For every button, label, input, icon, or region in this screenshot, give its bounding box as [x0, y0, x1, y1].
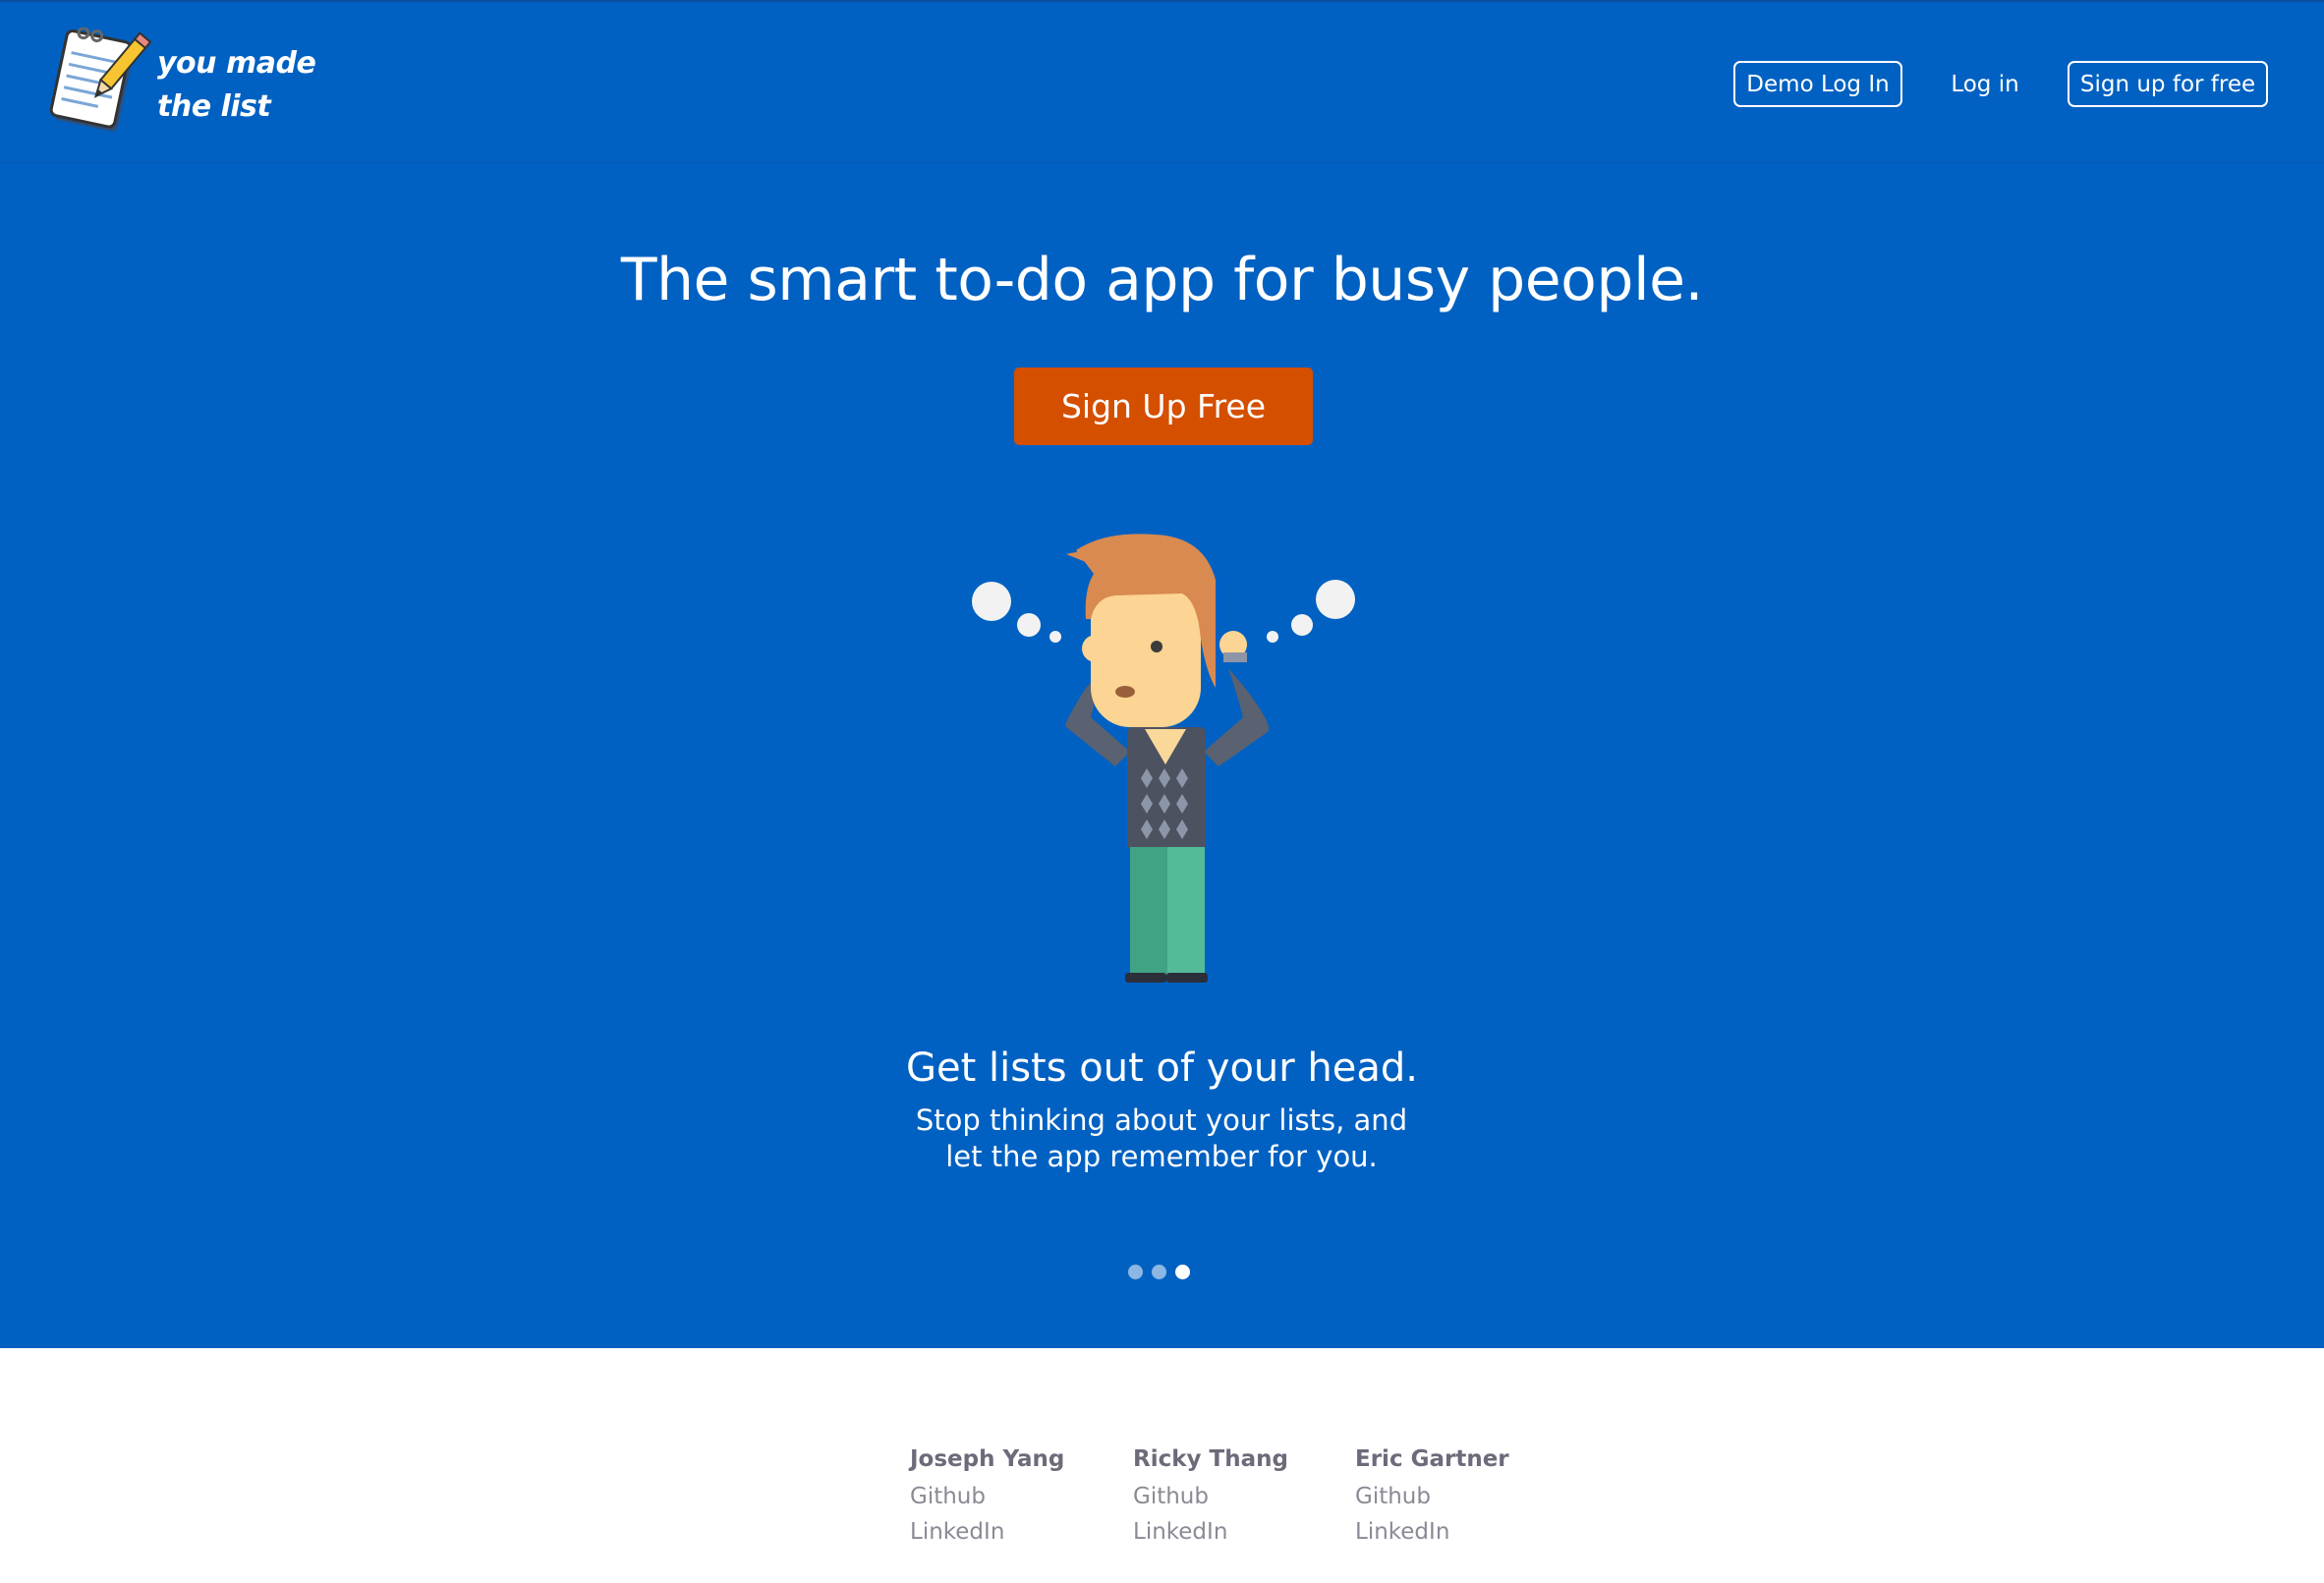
author-name: Eric Gartner — [1355, 1446, 1509, 1472]
carousel-dot-1[interactable] — [1128, 1265, 1143, 1279]
carousel-indicators — [1128, 1265, 1190, 1279]
signup-free-button[interactable]: Sign Up Free — [1014, 367, 1313, 445]
carousel-dot-3[interactable] — [1175, 1265, 1190, 1279]
carousel-dot-2[interactable] — [1152, 1265, 1166, 1279]
brand-name: you made the list — [157, 42, 316, 129]
author-name: Ricky Thang — [1133, 1446, 1288, 1472]
author-card-joseph: Joseph Yang Github LinkedIn — [910, 1440, 1106, 1550]
brand-name-line2: the list — [157, 89, 271, 124]
linkedin-link[interactable]: LinkedIn — [1133, 1514, 1330, 1550]
thinking-man-illustration — [972, 534, 1355, 983]
github-link[interactable]: Github — [910, 1479, 1106, 1514]
linkedin-link[interactable]: LinkedIn — [910, 1514, 1106, 1550]
demo-login-button[interactable]: Demo Log In — [1733, 61, 1902, 107]
github-link[interactable]: Github — [1355, 1479, 1552, 1514]
slide-title: Get lists out of your head. — [905, 1046, 1419, 1091]
brand-name-line1: you made — [157, 46, 316, 81]
author-name: Joseph Yang — [910, 1446, 1065, 1472]
hero-headline: The smart to-do app for busy people. — [620, 246, 1704, 314]
hero-section: you made the list Demo Log In Log in Sig… — [0, 0, 2324, 1348]
linkedin-link[interactable]: LinkedIn — [1355, 1514, 1552, 1550]
author-card-eric: Eric Gartner Github LinkedIn — [1355, 1440, 1552, 1550]
slide-description-line1: Stop thinking about your lists, and — [915, 1103, 1408, 1137]
slide-description-line2: let the app remember for you. — [945, 1140, 1378, 1173]
author-card-ricky: Ricky Thang Github LinkedIn — [1133, 1440, 1330, 1550]
brand-logo[interactable]: you made the list — [43, 28, 316, 143]
slide-description: Stop thinking about your lists, and let … — [867, 1102, 1456, 1175]
top-navbar: you made the list Demo Log In Log in Sig… — [0, 0, 2324, 163]
notepad-pencil-icon — [49, 28, 152, 132]
login-link[interactable]: Log in — [1936, 61, 2034, 107]
signup-button[interactable]: Sign up for free — [2068, 61, 2268, 107]
github-link[interactable]: Github — [1133, 1479, 1330, 1514]
